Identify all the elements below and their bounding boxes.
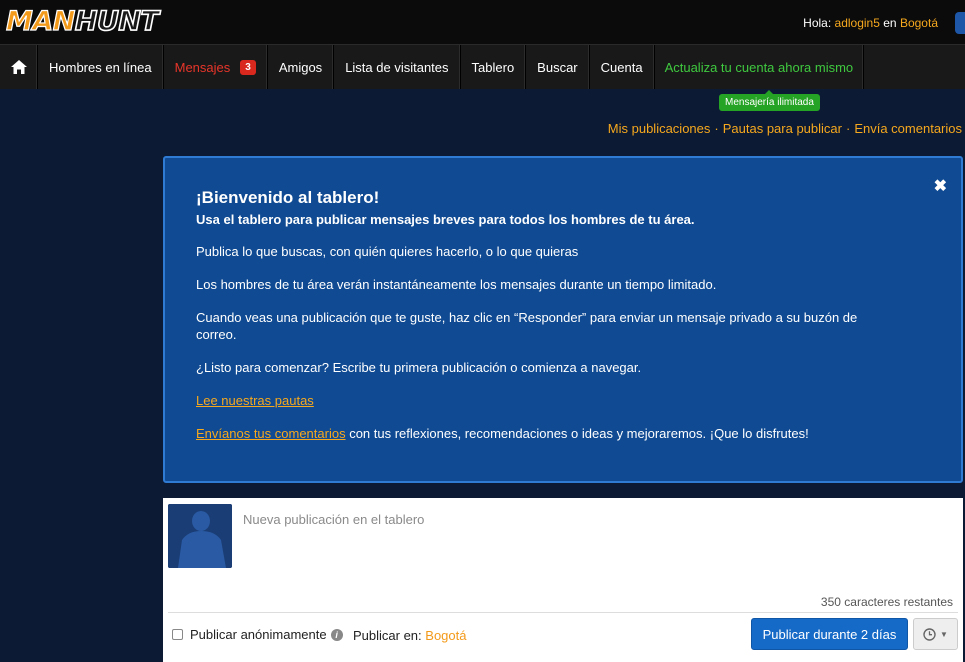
nav-visitors[interactable]: Lista de visitantes (334, 45, 461, 89)
separator: · (845, 121, 851, 136)
info-icon[interactable]: i (330, 628, 343, 641)
top-header: MAN HUNT Hola: adlogin5 en Bogotá (0, 0, 965, 44)
duration-dropdown[interactable]: ▼ (913, 618, 958, 650)
welcome-title: ¡Bienvenido al tablero! (196, 188, 380, 207)
welcome-panel: ✖ ¡Bienvenido al tablero! Usa el tablero… (163, 156, 963, 483)
nav-board[interactable]: Tablero (461, 45, 527, 89)
close-icon[interactable]: ✖ (934, 176, 947, 196)
user-greeting: Hola: adlogin5 en Bogotá (803, 16, 938, 30)
anonymous-option[interactable]: Publicar anónimamente i (172, 627, 343, 642)
nav-home[interactable] (0, 45, 38, 89)
header-edge-button[interactable] (955, 12, 965, 34)
main-nav: Hombres en línea Mensajes 3 Amigos Lista… (0, 44, 965, 89)
guidelines-paragraph: Lee nuestras pautas (196, 392, 876, 409)
avatar (168, 504, 232, 568)
username-link[interactable]: adlogin5 (835, 16, 880, 30)
my-posts-link[interactable]: Mis publicaciones (608, 121, 711, 136)
nav-friends[interactable]: Amigos (268, 45, 335, 89)
city-link[interactable]: Bogotá (900, 16, 938, 30)
upgrade-tooltip: Mensajería ilimitada (719, 90, 820, 111)
char-counter: 350 caracteres restantes (820, 595, 953, 609)
post-location: Publicar en: Bogotá (353, 628, 466, 643)
greeting-prefix: Hola: (803, 16, 832, 30)
post-text-input[interactable]: Nueva publicación en el tablero (243, 512, 424, 527)
clock-icon (923, 627, 936, 641)
nav-account[interactable]: Cuenta (590, 45, 655, 89)
user-silhouette-icon (168, 504, 232, 568)
new-post-box: Nueva publicación en el tablero 350 cara… (163, 498, 963, 662)
logo-man: MAN (5, 5, 76, 37)
nav-online-men[interactable]: Hombres en línea (38, 45, 164, 89)
anonymous-checkbox[interactable] (172, 629, 183, 640)
welcome-paragraph: ¿Listo para comenzar? Escribe tu primera… (196, 360, 642, 375)
nav-upgrade[interactable]: Actualiza tu cuenta ahora mismo (655, 45, 865, 89)
post-in-label: Publicar en: (353, 628, 422, 643)
logo-hunt: HUNT (74, 5, 160, 38)
nav-search[interactable]: Buscar (526, 45, 590, 89)
feedback-paragraph: Envíanos tus comentarios con tus reflexi… (196, 425, 876, 442)
anonymous-label: Publicar anónimamente (190, 627, 327, 642)
feedback-link[interactable]: Envía comentarios (854, 121, 962, 136)
feedback-text: con tus reflexiones, recomendaciones o i… (345, 426, 809, 441)
divider (168, 612, 958, 613)
welcome-paragraph: Cuando veas una publicación que te guste… (196, 310, 858, 342)
read-guidelines-link[interactable]: Lee nuestras pautas (196, 393, 314, 408)
messages-count-badge: 3 (240, 59, 256, 75)
welcome-paragraph: Publica lo que buscas, con quién quieres… (196, 244, 579, 259)
welcome-paragraph: Los hombres de tu área verán instantánea… (196, 277, 717, 292)
guidelines-link[interactable]: Pautas para publicar (723, 121, 842, 136)
nav-messages-label: Mensajes (174, 59, 231, 75)
chevron-down-icon: ▼ (940, 629, 948, 639)
home-icon (10, 60, 27, 74)
publish-button[interactable]: Publicar durante 2 días (751, 618, 908, 650)
send-feedback-link[interactable]: Envíanos tus comentarios (196, 426, 346, 441)
welcome-subtitle: Usa el tablero para publicar mensajes br… (196, 212, 695, 227)
greeting-mid: en (883, 16, 897, 30)
separator: · (714, 121, 719, 136)
manhunt-logo[interactable]: MAN HUNT (5, 5, 160, 38)
board-sublinks: Mis publicaciones · Pautas para publicar · E… (608, 121, 962, 136)
post-city-link[interactable]: Bogotá (425, 628, 466, 643)
nav-messages[interactable]: Mensajes 3 (164, 45, 268, 89)
